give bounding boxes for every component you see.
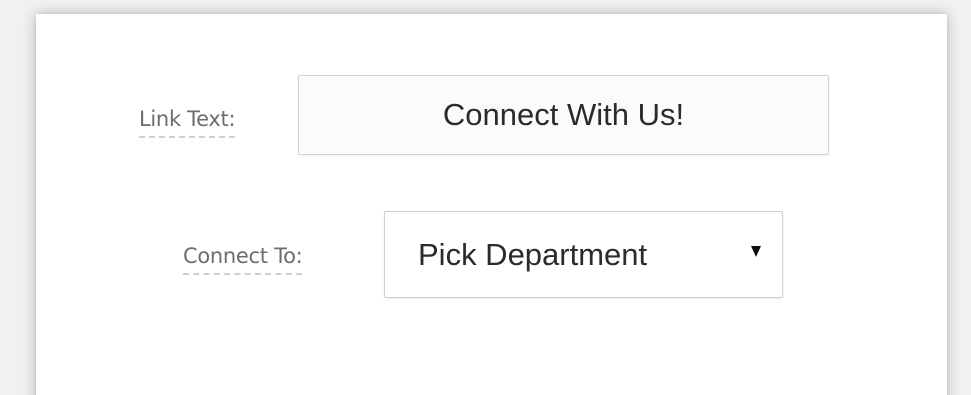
triangle-down-icon[interactable]	[751, 246, 761, 257]
department-select-value: Pick Department	[418, 237, 648, 272]
connect-to-label: Connect To:	[183, 243, 303, 275]
department-select[interactable]: Pick Department	[384, 211, 783, 298]
link-settings-panel: Link Text: Connect To: Pick Department	[36, 14, 947, 395]
link-text-label: Link Text:	[139, 106, 236, 138]
link-text-input[interactable]	[298, 75, 829, 155]
